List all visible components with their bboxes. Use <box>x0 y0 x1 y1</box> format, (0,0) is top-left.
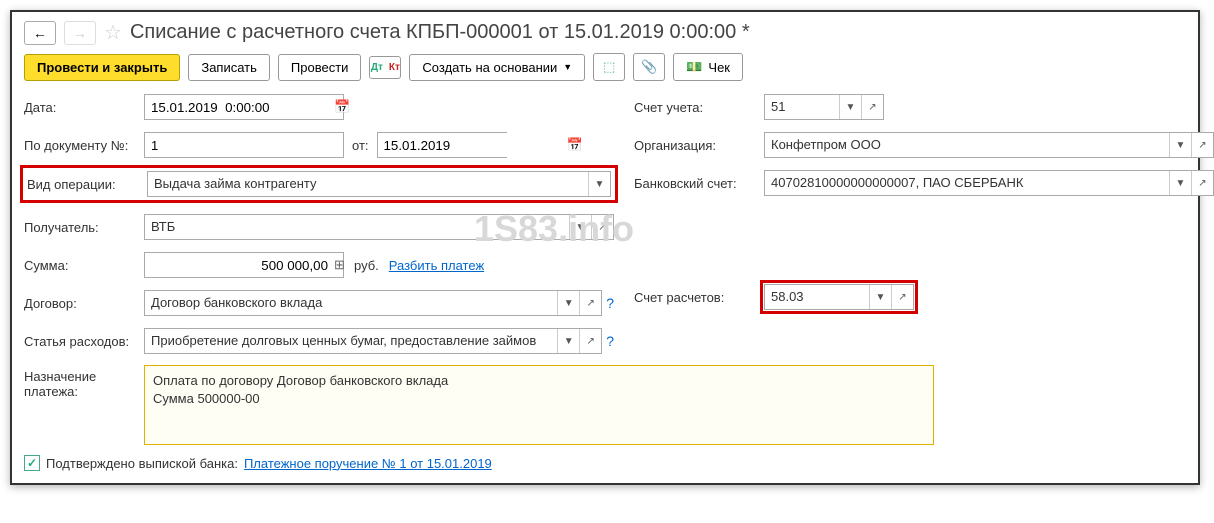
help-icon[interactable]: ? <box>606 295 614 311</box>
chevron-down-icon[interactable]: ▼ <box>569 215 591 239</box>
save-button[interactable]: Записать <box>188 54 270 81</box>
settleacc-label: Счет расчетов: <box>634 290 764 305</box>
post-button[interactable]: Провести <box>278 54 362 81</box>
back-button[interactable]: ← <box>24 21 56 45</box>
calendar-icon[interactable]: 📅 <box>334 95 350 119</box>
bankacc-select[interactable]: 40702810000000000007, ПАО СБЕРБАНК ▼ ↗ <box>764 170 1214 196</box>
confirmed-label: Подтверждено выпиской банка: <box>46 456 238 471</box>
open-icon[interactable]: ↗ <box>579 329 601 353</box>
account-select[interactable]: 51 ▼ ↗ <box>764 94 884 120</box>
contract-select[interactable]: Договор банковского вклада ▼ ↗ <box>144 290 602 316</box>
open-icon[interactable]: ↗ <box>861 95 883 119</box>
chevron-down-icon[interactable]: ▼ <box>557 291 579 315</box>
forward-button[interactable]: → <box>64 21 96 45</box>
confirmed-checkbox[interactable]: ✓ <box>24 455 40 471</box>
recipient-select[interactable]: ВТБ ▼ ↗ <box>144 214 614 240</box>
chevron-down-icon[interactable]: ▼ <box>839 95 861 119</box>
open-icon[interactable]: ↗ <box>891 285 913 309</box>
docnum-label: По документу №: <box>24 138 144 153</box>
docnum-input[interactable] <box>144 132 344 158</box>
optype-label: Вид операции: <box>27 177 147 192</box>
check-button[interactable]: 💵 Чек <box>673 53 743 81</box>
dtkt-button[interactable]: ДтКт <box>369 56 401 79</box>
sum-label: Сумма: <box>24 258 144 273</box>
split-link[interactable]: Разбить платеж <box>389 258 484 273</box>
payment-order-link[interactable]: Платежное поручение № 1 от 15.01.2019 <box>244 456 492 471</box>
calendar-icon[interactable]: 📅 <box>567 133 583 157</box>
create-based-button[interactable]: Создать на основании ▼ <box>409 54 585 81</box>
structure-button[interactable]: ⬚ <box>593 53 625 81</box>
open-icon[interactable]: ↗ <box>1191 171 1213 195</box>
currency-label: руб. <box>354 258 379 273</box>
calc-icon[interactable]: ⊞ <box>334 253 345 277</box>
post-close-button[interactable]: Провести и закрыть <box>24 54 180 81</box>
chevron-down-icon[interactable]: ▼ <box>557 329 579 353</box>
open-icon[interactable]: ↗ <box>591 215 613 239</box>
receipt-icon: 💵 <box>686 59 702 75</box>
attach-button[interactable]: 📎 <box>633 53 665 81</box>
page-title: Списание с расчетного счета КПБП-000001 … <box>130 21 750 44</box>
open-icon[interactable]: ↗ <box>579 291 601 315</box>
purpose-textarea[interactable]: Оплата по договору Договор банковского в… <box>144 365 934 445</box>
purpose-label: Назначение платежа: <box>24 365 144 399</box>
account-label: Счет учета: <box>634 100 764 115</box>
docdate-input[interactable] <box>378 133 567 157</box>
org-label: Организация: <box>634 138 764 153</box>
settleacc-select[interactable]: 58.03 ▼ ↗ <box>764 284 914 310</box>
chevron-down-icon[interactable]: ▼ <box>588 172 610 196</box>
contract-label: Договор: <box>24 296 144 311</box>
date-input[interactable] <box>145 95 334 119</box>
chevron-down-icon[interactable]: ▼ <box>869 285 891 309</box>
open-icon[interactable]: ↗ <box>1191 133 1213 157</box>
optype-select[interactable]: Выдача займа контрагенту ▼ <box>147 171 611 197</box>
chevron-down-icon: ▼ <box>563 62 572 72</box>
org-select[interactable]: Конфетпром ООО ▼ ↗ <box>764 132 1214 158</box>
from-label: от: <box>352 138 369 153</box>
help-icon[interactable]: ? <box>606 333 614 349</box>
chevron-down-icon[interactable]: ▼ <box>1169 133 1191 157</box>
bankacc-label: Банковский счет: <box>634 176 764 191</box>
chevron-down-icon[interactable]: ▼ <box>1169 171 1191 195</box>
expense-select[interactable]: Приобретение долговых ценных бумаг, пред… <box>144 328 602 354</box>
recipient-label: Получатель: <box>24 220 144 235</box>
date-label: Дата: <box>24 100 144 115</box>
sum-input[interactable] <box>145 253 334 277</box>
expense-label: Статья расходов: <box>24 334 144 349</box>
favorite-icon[interactable]: ☆ <box>104 20 122 45</box>
